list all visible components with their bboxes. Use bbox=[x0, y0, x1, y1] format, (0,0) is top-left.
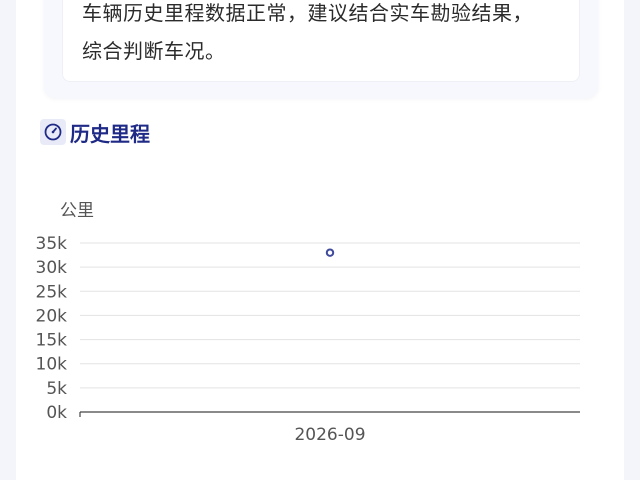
page: 车辆历史里程数据正常，建议结合实车勘验结果， 综合判断车况。 历史里程 公里 0k… bbox=[0, 0, 640, 480]
summary-line-1: 车辆历史里程数据正常，建议结合实车勘验结果， bbox=[82, 1, 533, 25]
summary-text: 车辆历史里程数据正常，建议结合实车勘验结果， 综合判断车况。 bbox=[82, 0, 572, 70]
section-title: 历史里程 bbox=[70, 121, 150, 146]
section-header-mileage: 历史里程 bbox=[40, 116, 150, 148]
gauge-icon bbox=[40, 119, 66, 145]
summary-line-2: 综合判断车况。 bbox=[82, 39, 226, 63]
